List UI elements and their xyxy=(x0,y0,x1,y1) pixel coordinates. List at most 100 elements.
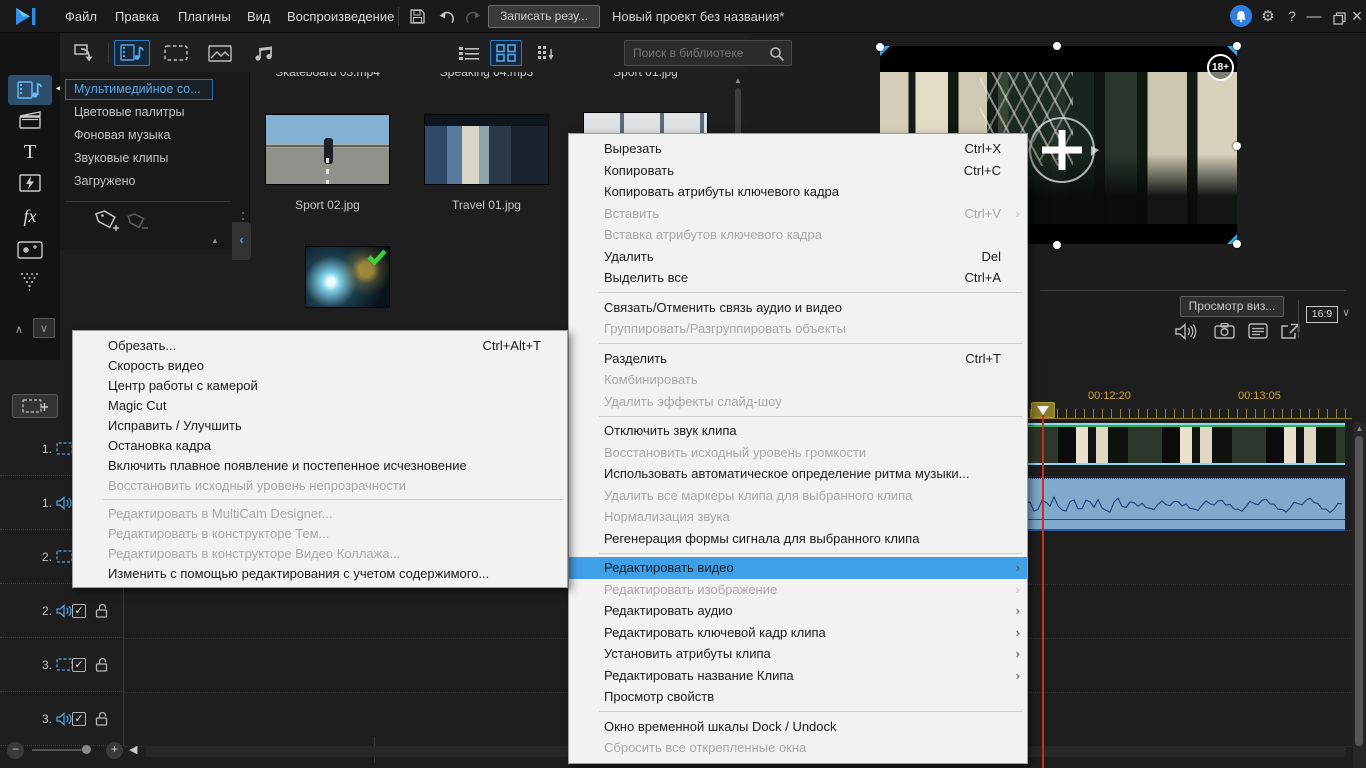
menubar-item-5[interactable]: Воспроизведение xyxy=(287,0,394,33)
mute-button[interactable] xyxy=(1172,320,1200,342)
context-menu-item-7[interactable]: Выделить всеCtrl+A xyxy=(569,267,1027,289)
scrollbar-thumb[interactable] xyxy=(1355,436,1363,746)
undo-button[interactable] xyxy=(436,6,458,27)
track-manager-button[interactable] xyxy=(12,394,58,418)
video-submenu-item-11[interactable]: Редактировать в конструкторе Тем... xyxy=(73,523,567,543)
restore-button[interactable] xyxy=(1328,8,1350,29)
handle-top-right[interactable] xyxy=(1233,42,1241,50)
rail-titles-button[interactable]: T xyxy=(8,137,52,167)
sort-button[interactable] xyxy=(532,40,558,66)
category-item-1[interactable]: Мультимедийное со... xyxy=(60,79,249,102)
scroll-left-arrow[interactable]: ◀ xyxy=(129,743,137,756)
scrollbar-up-arrow[interactable]: ▲ xyxy=(1353,424,1366,433)
remove-tag-button[interactable] xyxy=(126,211,150,231)
rail-particle-spray-button[interactable] xyxy=(8,267,52,297)
settings-button[interactable]: ⚙ xyxy=(1258,0,1278,33)
filter-all-media-button[interactable] xyxy=(114,40,150,66)
category-item-3[interactable]: Фоновая музыка xyxy=(60,125,249,148)
context-menu-item-13[interactable]: Комбинировать xyxy=(569,369,1027,391)
video-submenu-item-5[interactable]: Исправить / Улучшить xyxy=(73,415,567,435)
video-submenu-item-6[interactable]: Остановка кадра xyxy=(73,435,567,455)
context-menu-item-25[interactable]: Редактировать аудио› xyxy=(569,600,1027,622)
track-enable-checkbox[interactable]: ✓ xyxy=(72,658,86,672)
minimize-button[interactable]: — xyxy=(1305,0,1323,33)
handle-bottom-center[interactable] xyxy=(1053,241,1061,249)
rail-media-room-button[interactable] xyxy=(8,75,52,105)
context-menu-item-1[interactable]: ВырезатьCtrl+X xyxy=(569,138,1027,160)
context-menu-item-5[interactable]: Вставка атрибутов ключевого кадра xyxy=(569,224,1027,246)
rail-transitions-button[interactable] xyxy=(8,168,52,198)
video-submenu-item-12[interactable]: Редактировать в конструкторе Видео Колла… xyxy=(73,543,567,563)
filter-video-button[interactable] xyxy=(158,40,194,66)
rail-projects-button[interactable] xyxy=(8,105,52,135)
scrollbar-up-arrow[interactable]: ▲ xyxy=(733,76,743,85)
aspect-ratio-selector[interactable]: 16:9 xyxy=(1306,306,1338,323)
context-menu-item-19[interactable]: Удалить все маркеры клипа для выбранного… xyxy=(569,485,1027,507)
video-submenu-item-8[interactable]: Восстановить исходный уровень непрозрачн… xyxy=(73,475,567,495)
track-enable-checkbox[interactable]: ✓ xyxy=(72,604,86,618)
context-menu-item-27[interactable]: Установить атрибуты клипа› xyxy=(569,643,1027,665)
rail-effects-button[interactable]: fx xyxy=(8,201,52,231)
video-submenu-item-10[interactable]: Редактировать в MultiCam Designer... xyxy=(73,503,567,523)
playhead-line[interactable] xyxy=(1042,415,1044,768)
category-item-2[interactable]: Цветовые палитры xyxy=(60,102,249,125)
context-menu-item-16[interactable]: Отключить звук клипа xyxy=(569,420,1027,442)
handle-middle-right[interactable] xyxy=(1233,142,1241,150)
import-media-button[interactable] xyxy=(66,40,102,66)
context-menu-item-21[interactable]: Регенерация формы сигнала для выбранного… xyxy=(569,528,1027,550)
track-lock-button[interactable] xyxy=(95,711,108,726)
panel-scroll-up-arrow[interactable]: ▲ xyxy=(208,236,222,245)
menubar-item-1[interactable]: Файл xyxy=(65,0,97,33)
menubar-item-3[interactable]: Плагины xyxy=(178,0,231,33)
video-submenu-item-7[interactable]: Включить плавное появление и постепенное… xyxy=(73,455,567,475)
category-item-4[interactable]: Звуковые клипы xyxy=(60,148,249,171)
list-view-button[interactable] xyxy=(454,40,484,66)
video-submenu-item-13[interactable]: Изменить с помощью редактирования с учет… xyxy=(73,563,567,583)
rail-scroll-up-button[interactable]: ∧ xyxy=(8,320,30,340)
zoom-in-button[interactable]: + xyxy=(106,742,123,759)
context-menu-item-31[interactable]: Окно временной шкалы Dock / Undock xyxy=(569,716,1027,738)
handle-bottom-right[interactable] xyxy=(1233,240,1241,248)
context-menu-item-29[interactable]: Просмотр свойств xyxy=(569,686,1027,708)
video-submenu-item-2[interactable]: Скорость видео xyxy=(73,355,567,375)
context-menu-item-4[interactable]: ВставитьCtrl+V› xyxy=(569,203,1027,225)
record-result-button[interactable]: Записать резу... xyxy=(488,5,600,28)
view-visualization-button[interactable]: Просмотр виз... xyxy=(1180,296,1284,317)
video-submenu-item-1[interactable]: Обрезать...Ctrl+Alt+T xyxy=(73,335,567,355)
preview-quality-button[interactable] xyxy=(1244,320,1272,342)
context-menu-item-28[interactable]: Редактировать название Клипа› xyxy=(569,665,1027,687)
thumbnail-sport-02[interactable] xyxy=(265,114,390,185)
context-menu-item-14[interactable]: Удалить эффекты слайд-шоу xyxy=(569,391,1027,413)
undock-preview-button[interactable] xyxy=(1276,320,1304,342)
context-menu-item-24[interactable]: Редактировать изображение› xyxy=(569,579,1027,601)
context-menu-item-17[interactable]: Восстановить исходный уровень громкости xyxy=(569,442,1027,464)
category-item-5[interactable]: Загружено xyxy=(60,171,249,194)
handle-top-center[interactable] xyxy=(1053,42,1061,50)
close-button[interactable]: × xyxy=(1348,0,1366,33)
zoom-slider-handle[interactable] xyxy=(82,745,91,754)
filter-audio-button[interactable] xyxy=(246,40,282,66)
context-menu-item-32[interactable]: Сбросить все открепленные окна xyxy=(569,737,1027,759)
collapse-panel-tab[interactable]: ‹ xyxy=(232,222,251,260)
context-menu-item-10[interactable]: Группировать/Разгруппировать объекты xyxy=(569,318,1027,340)
zoom-out-button[interactable]: − xyxy=(7,742,24,759)
snapshot-button[interactable] xyxy=(1210,320,1238,342)
video-submenu-item-4[interactable]: Magic Cut xyxy=(73,395,567,415)
add-tag-button[interactable] xyxy=(94,208,122,232)
search-input[interactable] xyxy=(633,42,763,64)
context-menu-item-20[interactable]: Нормализация звука xyxy=(569,506,1027,528)
video-submenu-item-3[interactable]: Центр работы с камерой xyxy=(73,375,567,395)
menubar-item-2[interactable]: Правка xyxy=(115,0,159,33)
context-menu-item-6[interactable]: УдалитьDel xyxy=(569,246,1027,268)
grid-view-button[interactable] xyxy=(490,40,522,66)
rail-scroll-down-button[interactable]: ∨ xyxy=(33,318,55,338)
help-button[interactable]: ? xyxy=(1284,0,1300,33)
timeline-vertical-scrollbar[interactable]: ▲ xyxy=(1353,422,1366,768)
redo-button[interactable] xyxy=(462,6,484,27)
filter-photo-button[interactable] xyxy=(202,40,238,66)
context-menu-item-18[interactable]: Использовать автоматическое определение … xyxy=(569,463,1027,485)
context-menu-item-26[interactable]: Редактировать ключевой кадр клипа› xyxy=(569,622,1027,644)
context-menu-item-2[interactable]: КопироватьCtrl+C xyxy=(569,160,1027,182)
context-menu-item-23[interactable]: Редактировать видео› xyxy=(569,557,1027,579)
context-menu-item-9[interactable]: Связать/Отменить связь аудио и видео xyxy=(569,297,1027,319)
